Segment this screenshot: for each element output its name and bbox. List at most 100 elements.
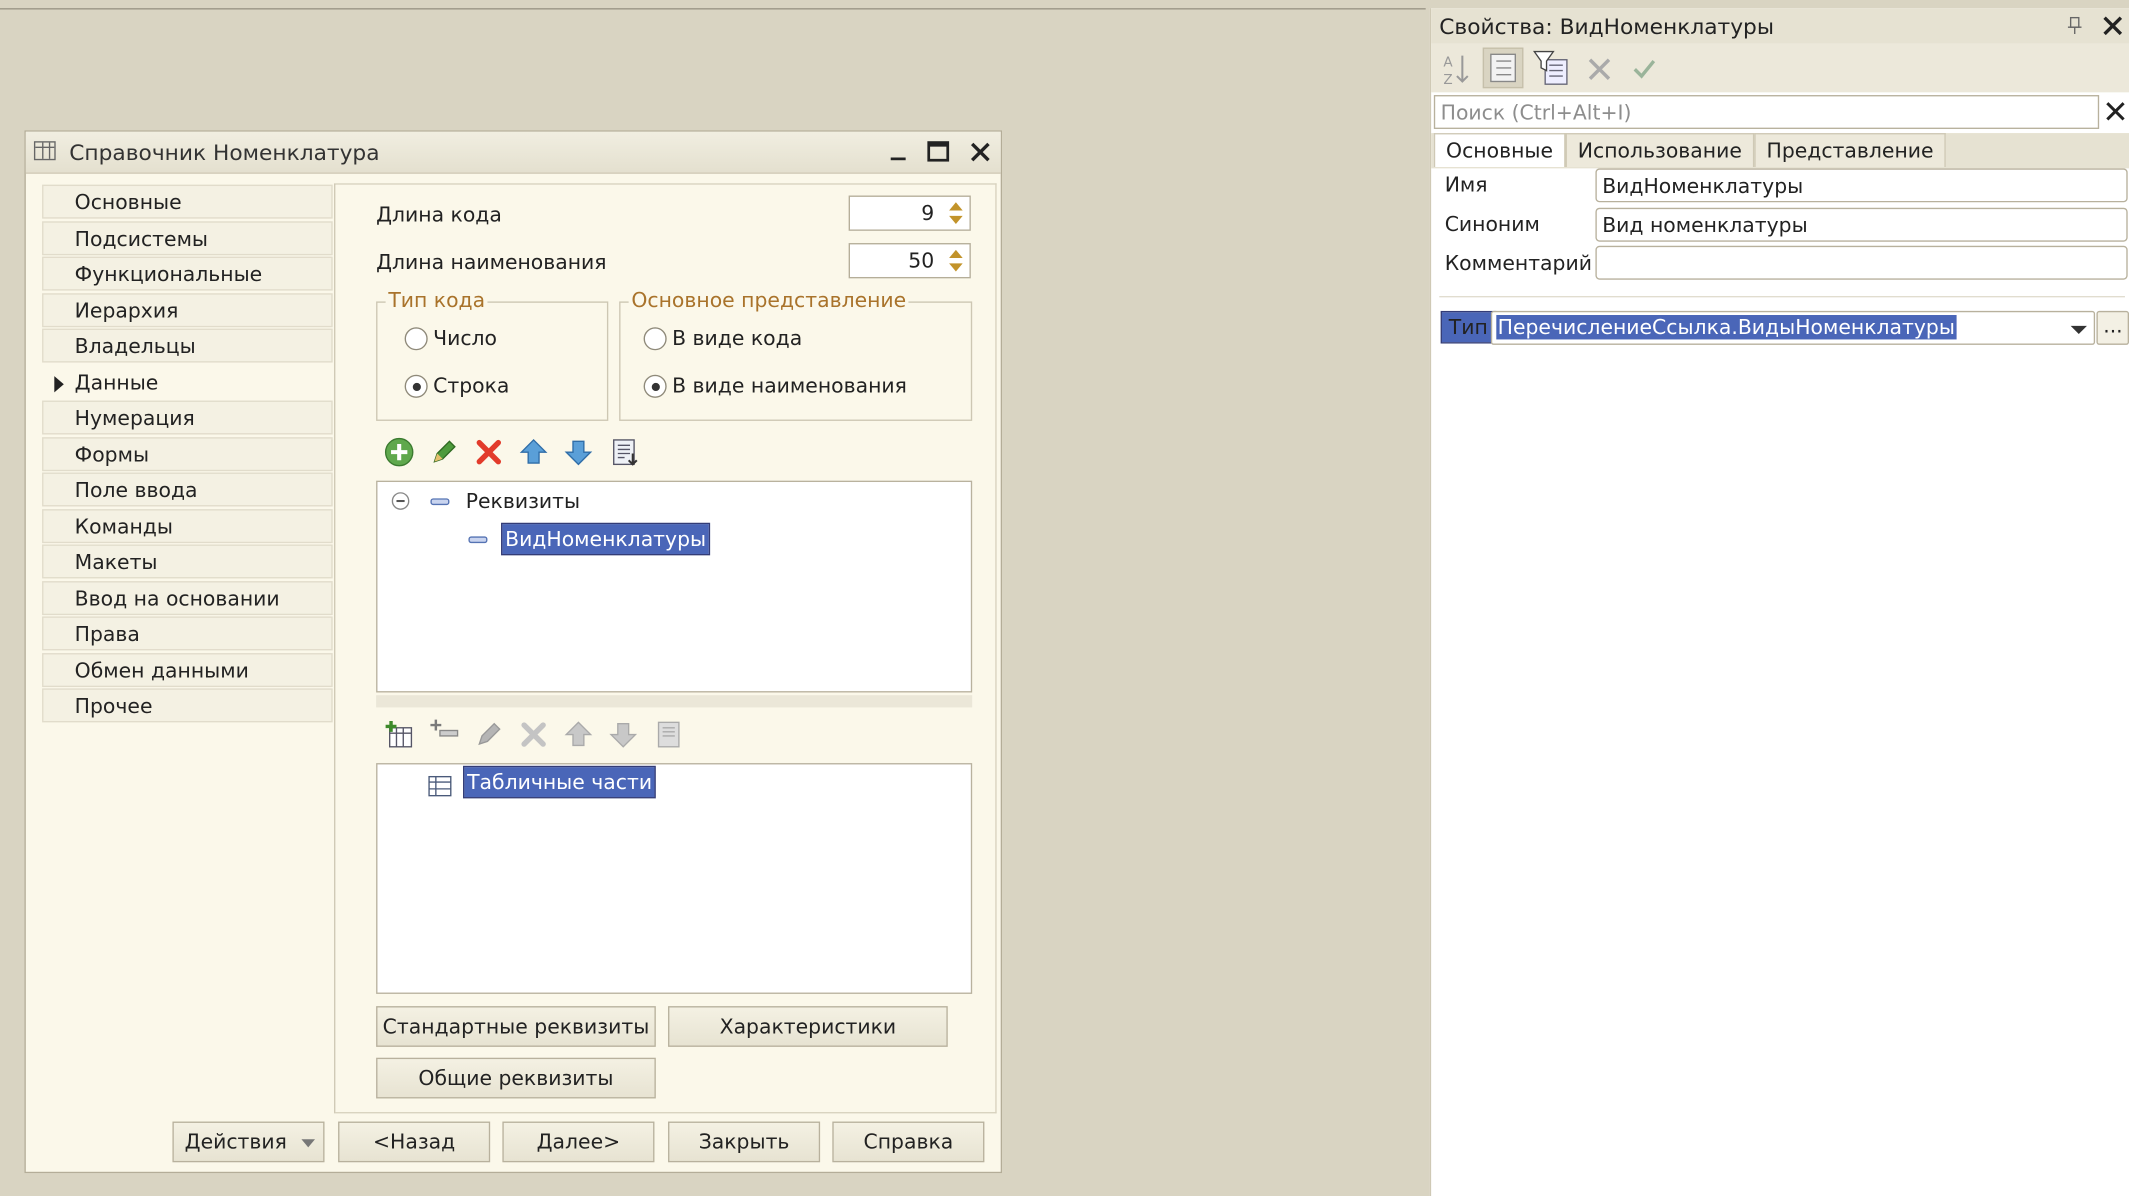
comment-field[interactable] [1595,245,2128,280]
arrow-up-icon [519,438,548,464]
add-child-icon [430,719,459,737]
top-divider [0,8,1426,10]
type-field[interactable]: ПеречислениеСсылка.ВидыНоменклатуры [1490,310,2096,345]
properties-tabs: Основные Использование Представление [1431,133,2129,169]
clear-icon[interactable] [1586,56,1613,83]
delete-icon [476,439,502,465]
delete-attribute-button[interactable] [474,437,504,467]
arrow-down-icon [564,440,593,466]
tabular-sort-button[interactable] [654,720,684,750]
attributes-tree[interactable]: Реквизиты ВидНоменклатуры [376,480,973,693]
list-sort-icon [613,439,638,466]
nav-item-main[interactable]: Основные [42,184,333,219]
nav-item-numbering[interactable]: Нумерация [42,400,333,435]
attribute-item-selected[interactable]: ВидНоменклатуры [501,522,711,556]
radio-off-icon [643,327,667,351]
delete-tabular-button[interactable] [519,720,549,750]
tabular-parts-icon [428,775,452,797]
actions-menu-button[interactable]: Действия [172,1121,325,1163]
add-column-button[interactable] [429,717,459,747]
add-tabular-part-button[interactable] [384,720,414,750]
pin-icon[interactable] [2067,16,2083,35]
tab-main[interactable]: Основные [1433,133,1566,168]
close-window-button[interactable] [965,137,995,167]
help-button[interactable]: Справка [832,1121,985,1163]
svg-text:A: A [1443,55,1453,71]
spinner-arrows-icon[interactable] [946,200,965,227]
current-section-arrow-icon [54,375,64,392]
next-button[interactable]: Далее> [502,1121,655,1163]
section-divider [1439,296,2125,298]
radio-on-icon [404,374,428,398]
nav-item-data[interactable]: Данные [42,364,333,399]
svg-text:Z: Z [1443,72,1452,87]
move-up-button[interactable] [519,437,549,467]
name-field[interactable]: ВидНоменклатуры [1595,168,2128,203]
synonym-field[interactable]: Вид номенклатуры [1595,207,2128,242]
sort-button[interactable] [610,437,640,467]
properties-toolbar: AZ [1431,43,2129,93]
attributes-root[interactable]: Реквизиты [466,489,580,513]
categories-icon [1490,53,1516,83]
tab-presentation[interactable]: Представление [1754,133,1946,168]
properties-search-input[interactable]: Поиск (Ctrl+Alt+I) [1433,95,2100,129]
filter-icon[interactable] [1532,49,1570,87]
more-icon: ... [2103,313,2123,339]
arrow-up-icon [564,721,593,747]
nav-item-input-by-basis[interactable]: Ввод на основании [42,580,333,615]
move-down-button[interactable] [563,437,593,467]
pencil-icon [433,440,456,463]
type-label: Тип [1440,310,1496,344]
main-presentation-legend: Основное представление [628,287,909,313]
nav-item-templates[interactable]: Макеты [42,544,333,579]
dialog-title-bar[interactable]: Справочник Номенклатура [25,131,1001,174]
maximize-icon [927,141,950,162]
nav-item-commands[interactable]: Команды [42,508,333,543]
data-section-panel: Длина кода 9 Длина наименования 50 Тип к… [334,183,997,1114]
name-length-label: Длина наименования [376,249,607,275]
tab-usage[interactable]: Использование [1565,133,1755,168]
nav-item-other[interactable]: Прочее [42,688,333,723]
nav-item-hierarchy[interactable]: Иерархия [42,292,333,327]
catalog-icon [33,141,56,161]
characteristics-button[interactable]: Характеристики [668,1006,948,1047]
common-attributes-button[interactable]: Общие реквизиты [376,1057,656,1099]
tabular-move-up-button[interactable] [563,720,593,750]
nav-item-subsystems[interactable]: Подсистемы [42,220,333,255]
edit-tabular-button[interactable] [474,720,504,750]
code-length-label: Длина кода [376,202,502,227]
nav-item-input-field[interactable]: Поле ввода [42,472,333,507]
sort-alphabetical-icon[interactable]: AZ [1442,52,1475,87]
type-select-button[interactable]: ... [2096,310,2129,345]
nav-item-functional-options[interactable]: Функциональные опции [42,256,333,319]
properties-title: Свойства: ВидНоменклатуры [1439,13,1775,40]
chevron-down-icon[interactable] [2070,325,2087,335]
close-panel-icon[interactable] [2099,12,2126,39]
tabular-parts-root[interactable]: Табличные части [463,765,657,799]
splitter[interactable] [376,695,973,708]
tabular-move-down-button[interactable] [608,720,638,750]
code-type-group: Тип кода Число Строка [376,287,609,421]
dialog-title: Справочник Номенклатура [69,139,380,166]
maximize-button[interactable] [923,137,953,167]
standard-attributes-button[interactable]: Стандартные реквизиты [376,1006,656,1047]
search-clear-button[interactable] [2102,95,2129,129]
code-length-spinner[interactable]: 9 [848,195,971,231]
add-attribute-button[interactable] [384,437,414,467]
categories-button[interactable] [1482,47,1524,89]
collapse-icon[interactable] [391,492,410,511]
tabular-parts-tree[interactable]: Табличные части [376,763,973,994]
name-length-spinner[interactable]: 50 [848,243,971,279]
name-length-value: 50 [908,248,935,273]
back-button[interactable]: <Назад [338,1121,491,1163]
close-button[interactable]: Закрыть [668,1121,821,1163]
type-value: ПеречислениеСсылка.ВидыНоменклатуры [1496,315,1957,340]
minimize-button[interactable] [884,137,914,167]
checkmark-icon[interactable] [1631,56,1658,83]
nav-item-owners[interactable]: Владельцы [42,328,333,363]
nav-item-forms[interactable]: Формы [42,436,333,471]
edit-attribute-button[interactable] [429,437,459,467]
nav-item-rights[interactable]: Права [42,616,333,651]
spinner-arrows-icon[interactable] [946,247,965,274]
nav-item-data-exchange[interactable]: Обмен данными [42,652,333,687]
